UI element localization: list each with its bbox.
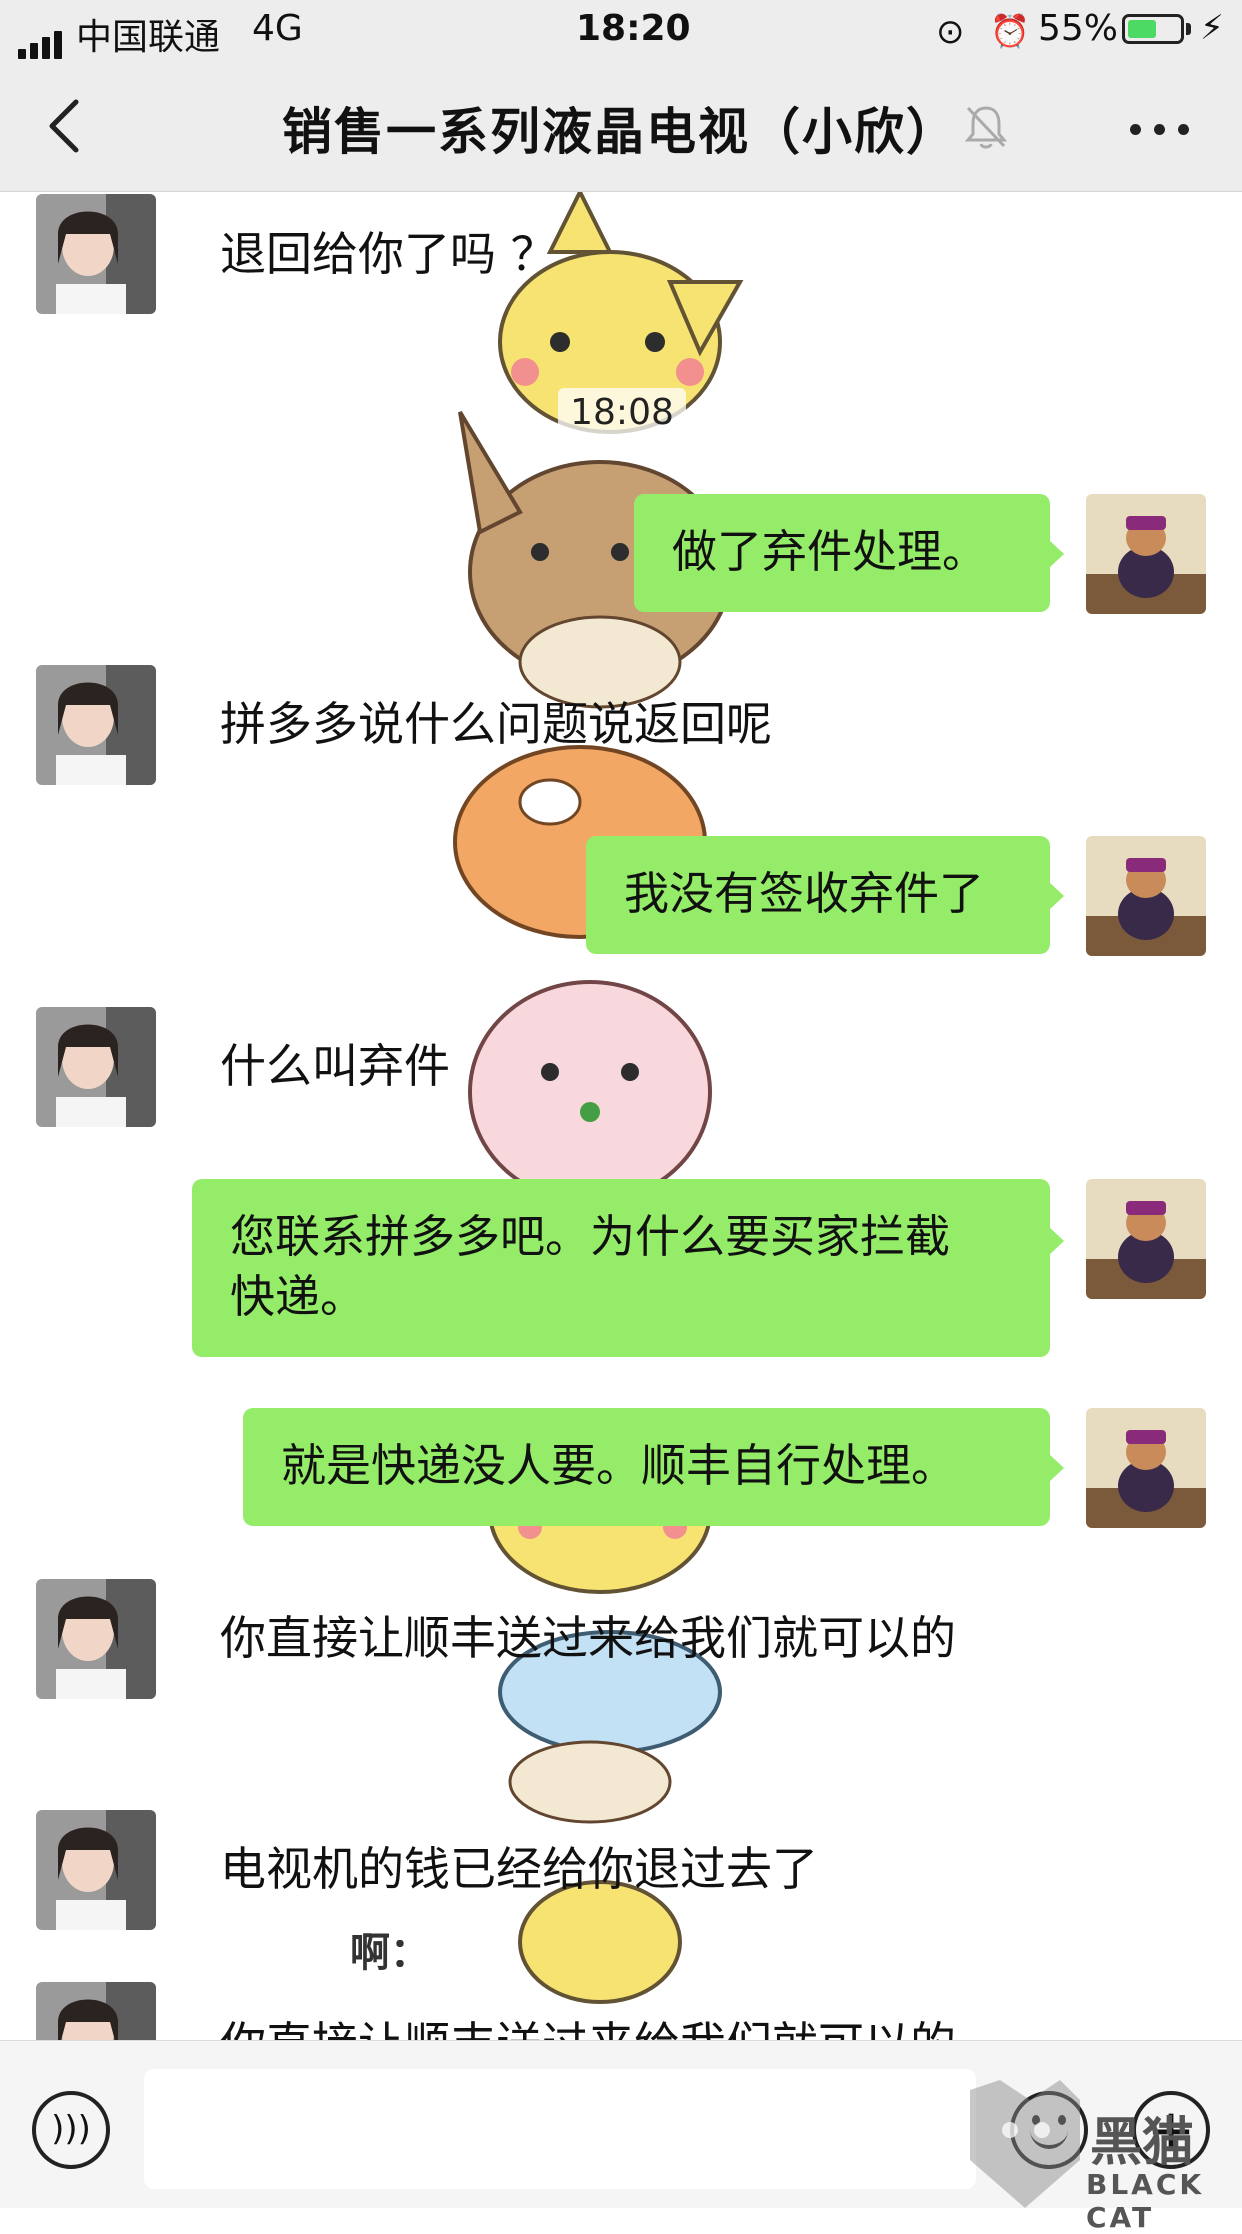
watermark-chinese: 黑猫 <box>1090 2113 1195 2173</box>
message-text-incoming: 你直接让顺丰送过来给我们就可以的 <box>220 2008 956 2040</box>
status-bar: 中国联通 4G 18:20 ⊙ ⏰ 55% ⚡ <box>0 0 1242 62</box>
charging-icon: ⚡ <box>1200 8 1224 48</box>
message-text-incoming: 什么叫弃件 <box>220 1039 450 1093</box>
my-avatar[interactable] <box>1086 1408 1206 1528</box>
more-options-button[interactable] <box>1128 102 1194 152</box>
message-text-outgoing: 我没有签收弃件了 <box>624 867 985 920</box>
message-input[interactable] <box>144 2069 976 2189</box>
contact-avatar[interactable] <box>36 1007 156 1127</box>
message-bubble-outgoing[interactable]: 做了弃件处理。 <box>634 494 1064 612</box>
carrier-name: 中国联通 <box>76 17 221 58</box>
contact-avatar[interactable] <box>36 1579 156 1699</box>
alarm-icon: ⏰ <box>990 12 1030 50</box>
my-avatar[interactable] <box>1086 836 1206 956</box>
message-bubble-outgoing[interactable]: 就是快递没人要。顺丰自行处理。 <box>243 1408 1064 1526</box>
message-text-line: 快递。 <box>230 1270 366 1323</box>
message-text-incoming: 拼多多说什么问题说返回呢 <box>220 697 772 751</box>
message-text-outgoing: 就是快递没人要。顺丰自行处理。 <box>281 1439 957 1492</box>
contact-avatar[interactable] <box>36 194 156 314</box>
contact-avatar[interactable] <box>36 1810 156 1930</box>
message-text-incoming: 电视机的钱已经给你退过去了 <box>220 1842 818 1896</box>
message-bubble-outgoing[interactable]: 您联系拼多多吧。为什么要买家拦截 快递。 <box>192 1179 1064 1357</box>
message-bubble-outgoing[interactable]: 我没有签收弃件了 <box>586 836 1064 954</box>
message-text-line: 您联系拼多多吧。为什么要买家拦截 <box>230 1210 951 1263</box>
my-avatar[interactable] <box>1086 1179 1206 1299</box>
my-avatar[interactable] <box>1086 494 1206 614</box>
sticker-caption: 啊： <box>350 1930 430 1976</box>
battery-nub <box>1186 23 1191 35</box>
chat-header: 销售一系列液晶电视（小欣） <box>0 62 1242 192</box>
battery-level <box>1128 20 1157 38</box>
message-timestamp: 18:08 <box>558 388 686 438</box>
message-text-incoming: 退回给你了吗 ？ <box>220 227 557 281</box>
message-text-incoming: 你直接让顺丰送过来给我们就可以的 <box>220 1611 956 1665</box>
cartoon-sticker-background <box>453 192 752 2004</box>
signal-icon <box>18 18 66 59</box>
status-time: 18:20 <box>576 8 691 49</box>
contact-avatar[interactable] <box>36 1982 156 2040</box>
watermark-text: BLACK CAT <box>1086 2168 1205 2234</box>
chevron-left-icon <box>49 99 79 153</box>
battery-percent: 55% <box>1038 8 1119 49</box>
chat-area[interactable]: 啊： 退回给你了吗 ？ 18:08 做了弃件处理。 拼多多说什么问题说返回呢 我… <box>0 192 1242 2040</box>
battery-icon <box>1122 14 1184 44</box>
contact-avatar[interactable] <box>36 665 156 785</box>
voice-input-button[interactable]: ))) <box>32 2091 110 2169</box>
mute-bell-icon <box>962 102 1010 152</box>
rotation-lock-icon: ⊙ <box>936 12 965 52</box>
back-button[interactable] <box>44 96 100 156</box>
chat-title: 销售一系列液晶电视（小欣） <box>282 103 958 161</box>
network-type: 4G <box>252 8 303 49</box>
voice-icon: ))) <box>51 2109 91 2149</box>
message-text-outgoing: 做了弃件处理。 <box>672 525 988 578</box>
